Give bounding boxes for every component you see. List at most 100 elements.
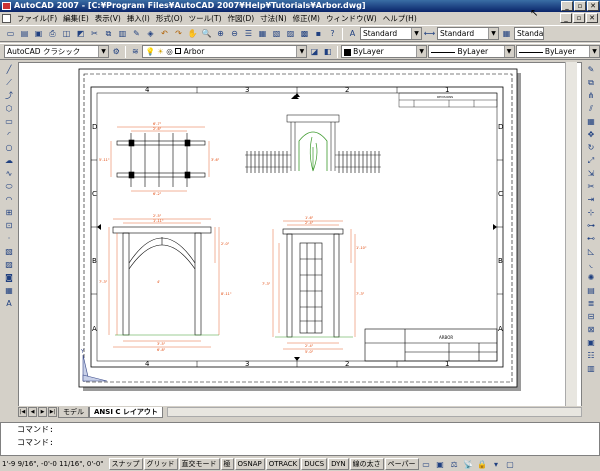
text-style-select[interactable]: Standard ▼	[360, 27, 422, 40]
lock-toolbar-icon[interactable]: 🔒	[476, 458, 489, 471]
scale-icon[interactable]: ⤢	[585, 155, 598, 166]
table-icon[interactable]: ▦	[3, 285, 16, 296]
command-window[interactable]: コマンド: コマンド:	[0, 422, 600, 456]
multiline-text-icon[interactable]: A	[3, 298, 16, 309]
properties-palette-icon[interactable]: ☷	[585, 350, 598, 361]
rectangle-icon[interactable]: ▭	[3, 116, 16, 127]
explode-icon[interactable]: ✺	[585, 272, 598, 283]
vertical-scrollbar[interactable]	[565, 62, 577, 407]
menu-view[interactable]: 表示(V)	[92, 13, 124, 24]
workspace-settings-icon[interactable]: ⚙	[110, 45, 122, 58]
spline-icon[interactable]: ∿	[3, 168, 16, 179]
image-icon[interactable]: ▣	[585, 337, 598, 348]
array-icon[interactable]: ▦	[585, 116, 598, 127]
rotate-icon[interactable]: ↻	[585, 142, 598, 153]
cursor-coordinates[interactable]: 1'-9 9/16", -0'-0 11/16", 0'-0"	[2, 460, 108, 468]
make-current-layer-icon[interactable]: ◪	[308, 45, 320, 58]
layer-manager-icon[interactable]: ≋	[129, 45, 141, 58]
clean-screen-icon[interactable]: ▢	[504, 458, 517, 471]
gradient-icon[interactable]: ▨	[3, 259, 16, 270]
redo-icon[interactable]: ↷	[172, 27, 185, 40]
table-style-icon[interactable]: ▦	[500, 27, 513, 40]
linetype-select[interactable]: ByLayer ▼	[428, 45, 515, 58]
maximize-button[interactable]: ▫	[574, 1, 586, 11]
match-properties-icon[interactable]: ✎	[130, 27, 143, 40]
grid-toggle[interactable]: グリッド	[143, 458, 178, 470]
minimize-button[interactable]: _	[561, 1, 573, 11]
join-icon[interactable]: ⊷	[585, 233, 598, 244]
fillet-icon[interactable]: ◟	[585, 259, 598, 270]
menu-edit[interactable]: 編集(E)	[60, 13, 92, 24]
draw-order-icon[interactable]: ▤	[585, 285, 598, 296]
cut-icon[interactable]: ✂	[88, 27, 101, 40]
copy-object-icon[interactable]: ⧉	[585, 77, 598, 88]
menu-file[interactable]: ファイル(F)	[14, 13, 60, 24]
break-at-point-icon[interactable]: ⊹	[585, 207, 598, 218]
maximize-viewport-icon[interactable]: ▣	[434, 458, 447, 471]
tab-last-button[interactable]: ▶|	[48, 407, 57, 417]
text-style-icon[interactable]: A	[346, 27, 359, 40]
osnap-toggle[interactable]: OSNAP	[234, 458, 265, 470]
ellipse-arc-icon[interactable]: ◠	[3, 194, 16, 205]
help-icon[interactable]: ?	[326, 27, 339, 40]
point-icon[interactable]: ·	[3, 233, 16, 244]
preview-icon[interactable]: ◫	[60, 27, 73, 40]
horizontal-scrollbar[interactable]	[166, 407, 582, 417]
tab-model[interactable]: モデル	[58, 406, 89, 418]
ellipse-icon[interactable]: ⬭	[3, 181, 16, 192]
new-icon[interactable]: ▭	[4, 27, 17, 40]
markup-icon[interactable]: ▩	[298, 27, 311, 40]
menu-tools[interactable]: ツール(T)	[186, 13, 225, 24]
tab-ansi-c-layout[interactable]: ANSI C レイアウト	[89, 406, 163, 418]
zoom-window-icon[interactable]: ⊕	[214, 27, 227, 40]
insert-block-icon[interactable]: ⊞	[3, 207, 16, 218]
extend-icon[interactable]: ⇥	[585, 194, 598, 205]
stretch-icon[interactable]: ⇲	[585, 168, 598, 179]
hatch-icon[interactable]: ▧	[3, 246, 16, 257]
snap-toggle[interactable]: スナップ	[108, 458, 143, 470]
layer-previous-icon[interactable]: ◧	[322, 45, 334, 58]
chamfer-icon[interactable]: ◺	[585, 246, 598, 257]
menu-insert[interactable]: 挿入(I)	[124, 13, 153, 24]
menu-window[interactable]: ウィンドウ(W)	[323, 13, 380, 24]
ortho-toggle[interactable]: 直交モード	[178, 458, 220, 470]
calculator-icon[interactable]: ▪	[312, 27, 325, 40]
tab-prev-button[interactable]: ◀	[28, 407, 37, 417]
designcenter-icon[interactable]: ▦	[256, 27, 269, 40]
command-input-line[interactable]: コマンド:	[1, 436, 599, 449]
autocad-app-icon[interactable]	[2, 2, 11, 10]
construction-line-icon[interactable]: ⟋	[3, 77, 16, 88]
doc-restore-button[interactable]: ▫	[573, 13, 585, 23]
menu-format[interactable]: 形式(O)	[153, 13, 186, 24]
dyn-toggle[interactable]: DYN	[328, 458, 349, 470]
revision-cloud-icon[interactable]: ☁	[3, 155, 16, 166]
group-icon[interactable]: ⊟	[585, 311, 598, 322]
xref-icon[interactable]: ⊠	[585, 324, 598, 335]
open-icon[interactable]: ▤	[18, 27, 31, 40]
properties-icon[interactable]: ☰	[242, 27, 255, 40]
tab-first-button[interactable]: |◀	[18, 407, 27, 417]
publish-icon[interactable]: ◩	[74, 27, 87, 40]
region-icon[interactable]: ◙	[3, 272, 16, 283]
make-block-icon[interactable]: ⊡	[3, 220, 16, 231]
tray-settings-icon[interactable]: ▾	[490, 458, 503, 471]
sheet-set-icon[interactable]: ▨	[284, 27, 297, 40]
layer-select[interactable]: 💡 ☀ ◎ Arbor ▼	[142, 45, 308, 58]
line-icon[interactable]: ╱	[3, 64, 16, 75]
ducs-toggle[interactable]: DUCS	[301, 458, 328, 470]
layout-switch-icon[interactable]: ▭	[420, 458, 433, 471]
move-icon[interactable]: ✥	[585, 129, 598, 140]
dim-style-select[interactable]: Standard ▼	[437, 27, 499, 40]
comm-center-icon[interactable]: 📡	[462, 458, 475, 471]
save-icon[interactable]: ▣	[32, 27, 45, 40]
close-button[interactable]: ✕	[587, 1, 599, 11]
circle-icon[interactable]: ○	[3, 142, 16, 153]
menu-help[interactable]: ヘルプ(H)	[380, 13, 420, 24]
paper-model-toggle[interactable]: ペーパー	[384, 458, 419, 470]
lineweight-select[interactable]: ByLayer ▼	[515, 45, 600, 58]
menu-dimension[interactable]: 寸法(N)	[257, 13, 289, 24]
pan-icon[interactable]: ✋	[186, 27, 199, 40]
annotation-scale-icon[interactable]: ⚖	[448, 458, 461, 471]
dim-style-icon[interactable]: ⟷	[423, 27, 436, 40]
lineweight-toggle[interactable]: 線の太さ	[349, 458, 384, 470]
